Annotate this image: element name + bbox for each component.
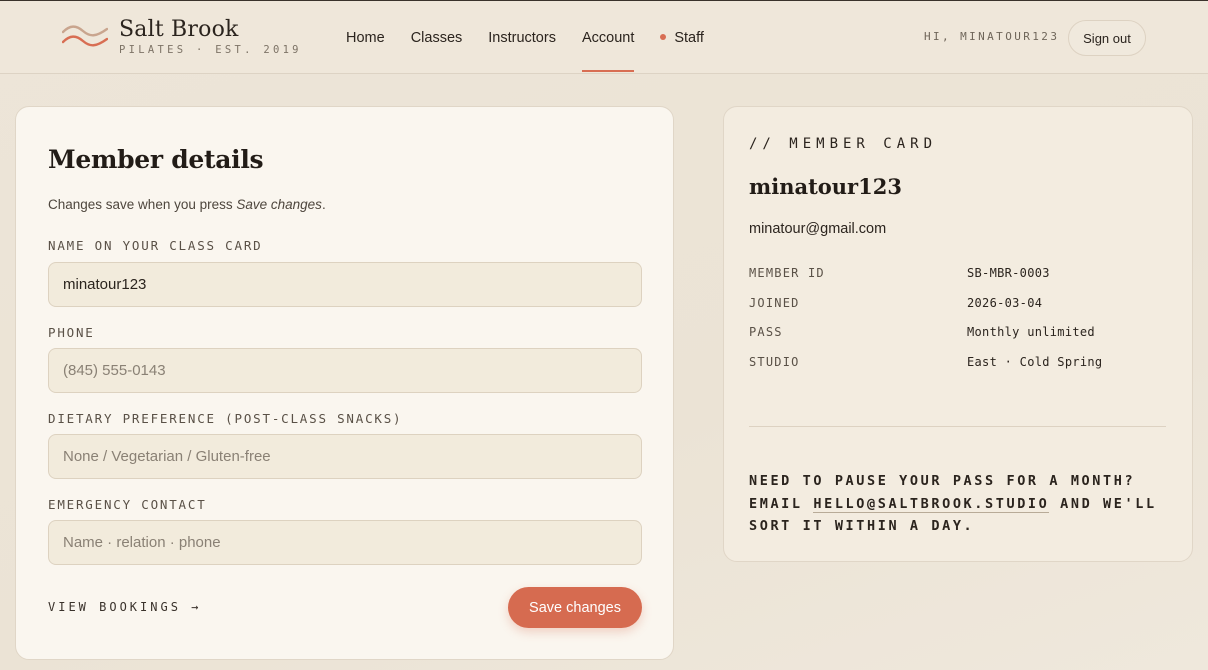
member-info-row: STUDIO East · Cold Spring — [749, 355, 1169, 385]
page-title: Member details — [48, 145, 264, 174]
member-card-kicker: // MEMBER CARD — [749, 136, 938, 152]
pass-label: PASS — [749, 325, 783, 339]
member-info-row: JOINED 2026-03-04 — [749, 296, 1169, 326]
nav-staff-label: Staff — [674, 30, 704, 46]
member-card: // MEMBER CARD minatour123 minatour@gmai… — [723, 106, 1193, 562]
name-input[interactable] — [48, 262, 642, 307]
wave-logo-icon — [62, 25, 108, 47]
pass-value: Monthly unlimited — [967, 325, 1095, 339]
site-header: Salt Brook PILATES · EST. 2019 Home Clas… — [0, 0, 1208, 74]
dietary-input[interactable] — [48, 434, 642, 479]
brand[interactable]: Salt Brook PILATES · EST. 2019 — [62, 17, 302, 56]
phone-field-label: PHONE — [48, 325, 95, 340]
member-id-value: SB-MBR-0003 — [967, 266, 1050, 280]
member-id-label: MEMBER ID — [749, 266, 825, 280]
member-info-row: MEMBER ID SB-MBR-0003 — [749, 266, 1169, 296]
divider — [749, 426, 1166, 427]
phone-input[interactable] — [48, 348, 642, 393]
save-note-emphasis: Save changes — [236, 197, 322, 212]
dietary-field-label: DIETARY PREFERENCE (POST-CLASS SNACKS) — [48, 411, 403, 426]
studio-value: East · Cold Spring — [967, 354, 1103, 369]
main-nav: Home Classes Instructors Account Staff — [346, 1, 730, 75]
member-details-card: Member details Changes save when you pre… — [15, 106, 674, 660]
staff-indicator-dot — [660, 34, 667, 41]
joined-value: 2026-03-04 — [967, 295, 1043, 310]
sign-out-button[interactable]: Sign out — [1068, 20, 1146, 56]
view-bookings-link[interactable]: VIEW BOOKINGS → — [48, 600, 201, 614]
nav-account[interactable]: Account — [581, 1, 635, 75]
nav-classes[interactable]: Classes — [411, 1, 463, 75]
member-email: minatour@gmail.com — [749, 221, 887, 237]
member-name: minatour123 — [749, 174, 902, 199]
pause-pass-note: NEED TO PAUSE YOUR PASS FOR A MONTH? EMA… — [749, 470, 1169, 538]
studio-email-link[interactable]: HELLO@SALTBROOK.STUDIO — [813, 495, 1050, 513]
save-note-end: . — [321, 197, 326, 212]
emergency-field-label: EMERGENCY CONTACT — [48, 497, 207, 512]
nav-home[interactable]: Home — [346, 1, 385, 75]
save-note-text: Changes save when you press — [48, 197, 237, 212]
joined-label: JOINED — [749, 295, 800, 310]
brand-subtitle: PILATES · EST. 2019 — [119, 44, 302, 56]
nav-instructors[interactable]: Instructors — [488, 1, 556, 75]
emergency-contact-input[interactable] — [48, 520, 642, 565]
user-greeting: HI, MINATOUR123 — [924, 30, 1060, 43]
brand-name: Salt Brook — [119, 17, 239, 42]
nav-staff[interactable]: Staff — [660, 1, 704, 75]
member-info-row: PASS Monthly unlimited — [749, 325, 1169, 355]
member-info-list: MEMBER ID SB-MBR-0003 JOINED 2026-03-04 … — [749, 266, 1169, 384]
name-field-label: NAME ON YOUR CLASS CARD — [48, 238, 263, 253]
studio-label: STUDIO — [749, 354, 800, 369]
save-changes-button[interactable]: Save changes — [508, 587, 642, 628]
save-note: Changes save when you press Save changes… — [48, 197, 326, 212]
